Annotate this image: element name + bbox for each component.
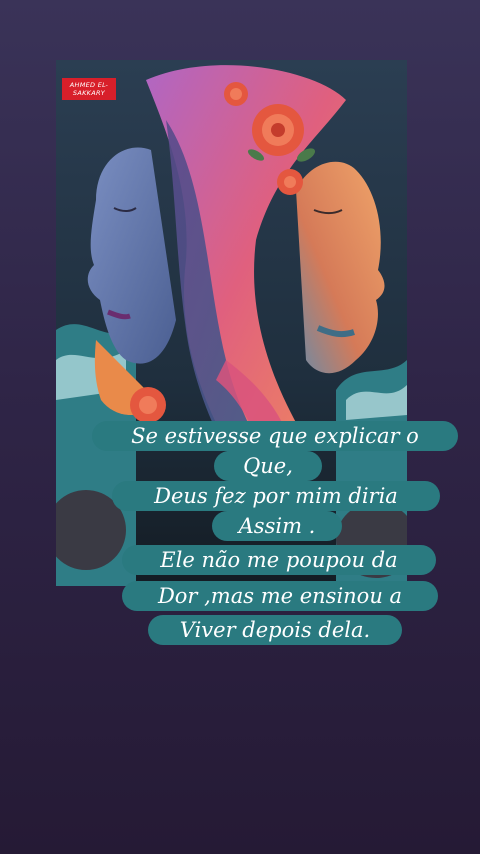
caption-line: Deus fez por mim diria — [112, 481, 440, 511]
caption-line: Se estivesse que explicar o — [92, 421, 458, 451]
watermark-logo: AHMED EL-SAKKARY — [62, 78, 116, 100]
caption-line: Ele não me poupou da — [122, 545, 436, 575]
caption-line: Que, — [214, 451, 322, 481]
caption-line: Viver depois dela. — [148, 615, 402, 645]
caption-line: Assim . — [212, 511, 342, 541]
caption-line: Dor ,mas me ensinou a — [122, 581, 438, 611]
